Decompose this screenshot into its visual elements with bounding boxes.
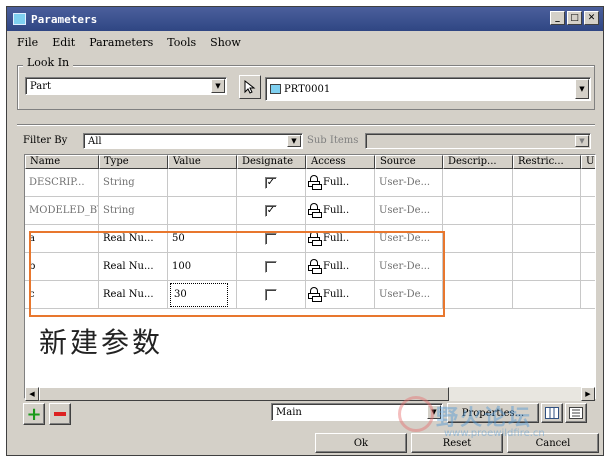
properties-label: Properties...	[461, 407, 525, 419]
menu-parameters[interactable]: Parameters	[87, 36, 155, 49]
look-in-legend: Look In	[23, 56, 74, 69]
param-description-cell[interactable]	[443, 253, 513, 281]
param-description-cell[interactable]	[443, 169, 513, 197]
columns-button[interactable]	[541, 403, 563, 423]
param-description-cell[interactable]	[443, 225, 513, 253]
chevron-down-icon[interactable]: ▼	[575, 79, 589, 99]
separator	[17, 124, 595, 126]
column-header-u[interactable]: U	[581, 155, 595, 169]
chevron-down-icon[interactable]: ▼	[427, 405, 441, 419]
column-header-access[interactable]: Access	[306, 155, 375, 169]
param-description-cell[interactable]	[443, 281, 513, 309]
param-unit-cell[interactable]	[581, 225, 595, 253]
look-in-type-value: Part	[30, 80, 52, 92]
param-type-cell[interactable]: String	[99, 169, 168, 197]
param-unit-cell[interactable]	[581, 253, 595, 281]
param-restriction-cell[interactable]	[513, 197, 581, 225]
column-header-descrip[interactable]: Descrip...	[443, 155, 513, 169]
look-in-type-select[interactable]: Part ▼	[25, 77, 227, 95]
param-restriction-cell[interactable]	[513, 253, 581, 281]
annotation-text: 新建参数	[39, 326, 164, 359]
chevron-down-icon[interactable]: ▼	[575, 135, 589, 147]
column-header-source[interactable]: Source	[375, 155, 443, 169]
filter-by-value: All	[88, 135, 102, 147]
scroll-left-icon[interactable]: ◀	[25, 387, 39, 401]
param-unit-cell[interactable]	[581, 197, 595, 225]
sub-items-select[interactable]: ▼	[365, 133, 591, 149]
menu-file[interactable]: File	[15, 36, 40, 49]
title-bar[interactable]: Parameters _ □ ✕	[7, 7, 603, 31]
plus-icon: +	[26, 403, 42, 425]
minus-icon	[54, 412, 66, 416]
close-button[interactable]: ✕	[584, 11, 599, 25]
reset-button[interactable]: Reset	[411, 433, 503, 453]
properties-button[interactable]: Properties...	[447, 403, 539, 423]
menu-show[interactable]: Show	[208, 36, 243, 49]
param-value-cell[interactable]	[168, 197, 237, 225]
main-select[interactable]: Main ▼	[271, 403, 443, 421]
horizontal-scrollbar[interactable]: ◀ ▶	[25, 387, 595, 401]
column-header-name[interactable]: Name	[25, 155, 99, 169]
menu-bar: File Edit Parameters Tools Show	[7, 32, 603, 52]
scroll-thumb[interactable]	[39, 387, 449, 401]
window-title: Parameters	[31, 12, 98, 26]
param-designate-cell[interactable]: ✓	[237, 197, 306, 225]
param-source-cell[interactable]: User-De...	[375, 197, 443, 225]
param-access-cell[interactable]: Full..	[306, 169, 375, 197]
cancel-label: Cancel	[535, 437, 571, 449]
sub-items-label: Sub Items	[307, 135, 359, 146]
cancel-button[interactable]: Cancel	[507, 433, 599, 453]
access-text: Full..	[323, 176, 350, 188]
column-header-value[interactable]: Value	[168, 155, 237, 169]
param-description-cell[interactable]	[443, 197, 513, 225]
column-header-restric[interactable]: Restric...	[513, 155, 581, 169]
designate-checkbox[interactable]: ✓	[265, 205, 277, 217]
column-header-type[interactable]: Type	[99, 155, 168, 169]
look-in-object-select[interactable]: PRT0001 ▼	[265, 77, 591, 101]
filter-columns-button[interactable]	[565, 403, 587, 423]
lock-icon	[308, 202, 322, 219]
param-type-cell[interactable]: String	[99, 197, 168, 225]
part-icon	[270, 84, 281, 94]
select-object-button[interactable]	[239, 75, 261, 99]
designate-checkbox[interactable]: ✓	[265, 177, 277, 189]
menu-edit[interactable]: Edit	[50, 36, 77, 49]
reset-label: Reset	[442, 437, 472, 449]
ok-button[interactable]: Ok	[315, 433, 407, 453]
param-unit-cell[interactable]	[581, 281, 595, 309]
lock-icon	[308, 174, 322, 191]
ok-label: Ok	[353, 437, 369, 449]
remove-parameter-button[interactable]	[49, 403, 71, 425]
param-restriction-cell[interactable]	[513, 169, 581, 197]
minimize-button[interactable]: _	[550, 11, 565, 25]
cursor-icon	[244, 80, 256, 94]
param-unit-cell[interactable]	[581, 169, 595, 197]
add-parameter-button[interactable]: +	[23, 403, 45, 425]
param-restriction-cell[interactable]	[513, 225, 581, 253]
param-value-cell[interactable]	[168, 169, 237, 197]
parameters-window: Parameters _ □ ✕ File Edit Parameters To…	[6, 6, 604, 456]
look-in-object-value: PRT0001	[284, 83, 331, 95]
main-select-value: Main	[276, 406, 302, 418]
new-parameters-highlight	[29, 231, 445, 317]
column-header-designate[interactable]: Designate	[237, 155, 306, 169]
chevron-down-icon[interactable]: ▼	[211, 79, 225, 93]
access-text: Full..	[323, 204, 350, 216]
param-designate-cell[interactable]: ✓	[237, 169, 306, 197]
maximize-button[interactable]: □	[567, 11, 582, 25]
param-restriction-cell[interactable]	[513, 281, 581, 309]
chevron-down-icon[interactable]: ▼	[287, 135, 301, 147]
filter-by-select[interactable]: All ▼	[83, 133, 303, 149]
param-source-cell[interactable]: User-De...	[375, 169, 443, 197]
columns-icon	[545, 407, 559, 419]
app-icon	[13, 13, 26, 25]
menu-tools[interactable]: Tools	[165, 36, 198, 49]
filter-by-label: Filter By	[23, 135, 68, 146]
filter-icon	[569, 407, 583, 419]
param-access-cell[interactable]: Full..	[306, 197, 375, 225]
param-name-cell[interactable]: DESCRIP...	[25, 169, 99, 197]
param-name-cell[interactable]: MODELED_BY	[25, 197, 99, 225]
scroll-right-icon[interactable]: ▶	[581, 387, 595, 401]
